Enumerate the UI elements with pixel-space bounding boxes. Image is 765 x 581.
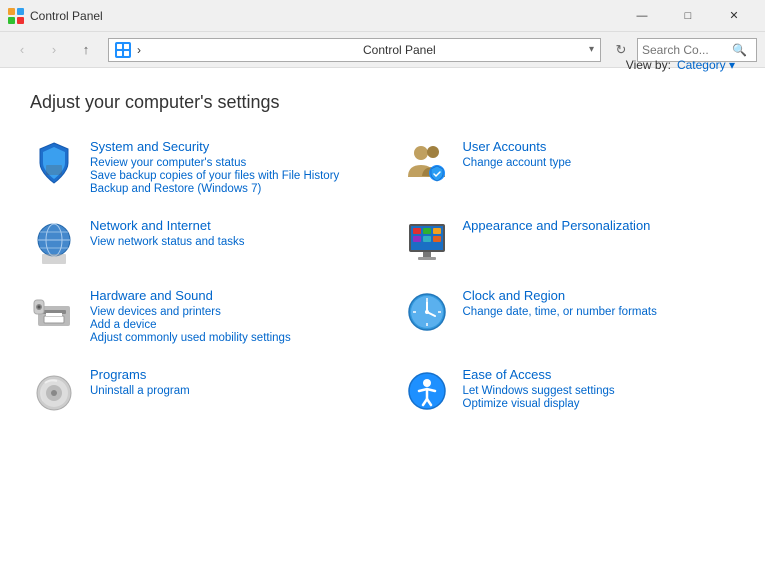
hardware-link-3[interactable]: Adjust commonly used mobility settings	[90, 332, 363, 344]
programs-title[interactable]: Programs	[90, 367, 363, 382]
category-ease-access: Ease of Access Let Windows suggest setti…	[403, 361, 736, 421]
breadcrumb-separator: ›	[137, 43, 357, 57]
programs-text: Programs Uninstall a program	[90, 367, 363, 398]
categories-grid: System and Security Review your computer…	[30, 133, 735, 421]
user-accounts-link-1[interactable]: Change account type	[463, 157, 736, 169]
category-programs: Programs Uninstall a program	[30, 361, 363, 421]
search-input[interactable]	[642, 43, 732, 57]
ease-access-icon	[403, 367, 451, 415]
programs-icon	[30, 367, 78, 415]
ease-access-text: Ease of Access Let Windows suggest setti…	[463, 367, 736, 411]
appearance-text: Appearance and Personalization	[463, 218, 736, 236]
window-title: Control Panel	[30, 9, 619, 23]
system-security-title[interactable]: System and Security	[90, 139, 363, 154]
category-user-accounts: User Accounts Change account type	[403, 133, 736, 202]
category-hardware: Hardware and Sound View devices and prin…	[30, 282, 363, 351]
minimize-button[interactable]: —	[619, 0, 665, 32]
network-title[interactable]: Network and Internet	[90, 218, 363, 233]
user-accounts-text: User Accounts Change account type	[463, 139, 736, 170]
network-text: Network and Internet View network status…	[90, 218, 363, 249]
system-security-icon	[30, 139, 78, 187]
view-by-dropdown[interactable]: Category ▾	[677, 58, 735, 72]
user-accounts-icon	[403, 139, 451, 187]
category-clock: Clock and Region Change date, time, or n…	[403, 282, 736, 351]
hardware-link-1[interactable]: View devices and printers	[90, 306, 363, 318]
network-icon	[30, 218, 78, 266]
hardware-link-2[interactable]: Add a device	[90, 319, 363, 331]
back-button[interactable]: ‹	[8, 36, 36, 64]
network-link-1[interactable]: View network status and tasks	[90, 236, 363, 248]
system-security-link-2[interactable]: Save backup copies of your files with Fi…	[90, 170, 363, 182]
control-panel-icon	[8, 8, 24, 24]
programs-link-1[interactable]: Uninstall a program	[90, 385, 363, 397]
system-security-link-1[interactable]: Review your computer's status	[90, 157, 363, 169]
view-by-label: View by:	[626, 58, 671, 72]
address-icon	[115, 42, 131, 58]
address-chevron: ▾	[589, 44, 594, 55]
main-content: View by: Category ▾ Adjust your computer…	[0, 68, 765, 441]
search-button[interactable]: 🔍	[732, 43, 747, 57]
hardware-icon	[30, 288, 78, 336]
system-security-text: System and Security Review your computer…	[90, 139, 363, 196]
category-system-security: System and Security Review your computer…	[30, 133, 363, 202]
forward-button[interactable]: ›	[40, 36, 68, 64]
title-bar: Control Panel — □ ✕	[0, 0, 765, 32]
clock-title[interactable]: Clock and Region	[463, 288, 736, 303]
hardware-text: Hardware and Sound View devices and prin…	[90, 288, 363, 345]
maximize-button[interactable]: □	[665, 0, 711, 32]
user-accounts-title[interactable]: User Accounts	[463, 139, 736, 154]
ease-access-link-2[interactable]: Optimize visual display	[463, 398, 736, 410]
address-text: Control Panel	[363, 43, 583, 57]
clock-text: Clock and Region Change date, time, or n…	[463, 288, 736, 319]
category-appearance: Appearance and Personalization	[403, 212, 736, 272]
category-network: Network and Internet View network status…	[30, 212, 363, 272]
system-security-link-3[interactable]: Backup and Restore (Windows 7)	[90, 183, 363, 195]
appearance-icon	[403, 218, 451, 266]
close-button[interactable]: ✕	[711, 0, 757, 32]
appearance-title[interactable]: Appearance and Personalization	[463, 218, 736, 233]
address-bar[interactable]: › Control Panel ▾	[108, 38, 601, 62]
up-button[interactable]: ↑	[72, 36, 100, 64]
hardware-title[interactable]: Hardware and Sound	[90, 288, 363, 303]
window-controls: — □ ✕	[619, 0, 757, 32]
clock-icon	[403, 288, 451, 336]
clock-link-1[interactable]: Change date, time, or number formats	[463, 306, 736, 318]
ease-access-link-1[interactable]: Let Windows suggest settings	[463, 385, 736, 397]
page-title: Adjust your computer's settings	[30, 92, 735, 113]
ease-access-title[interactable]: Ease of Access	[463, 367, 736, 382]
